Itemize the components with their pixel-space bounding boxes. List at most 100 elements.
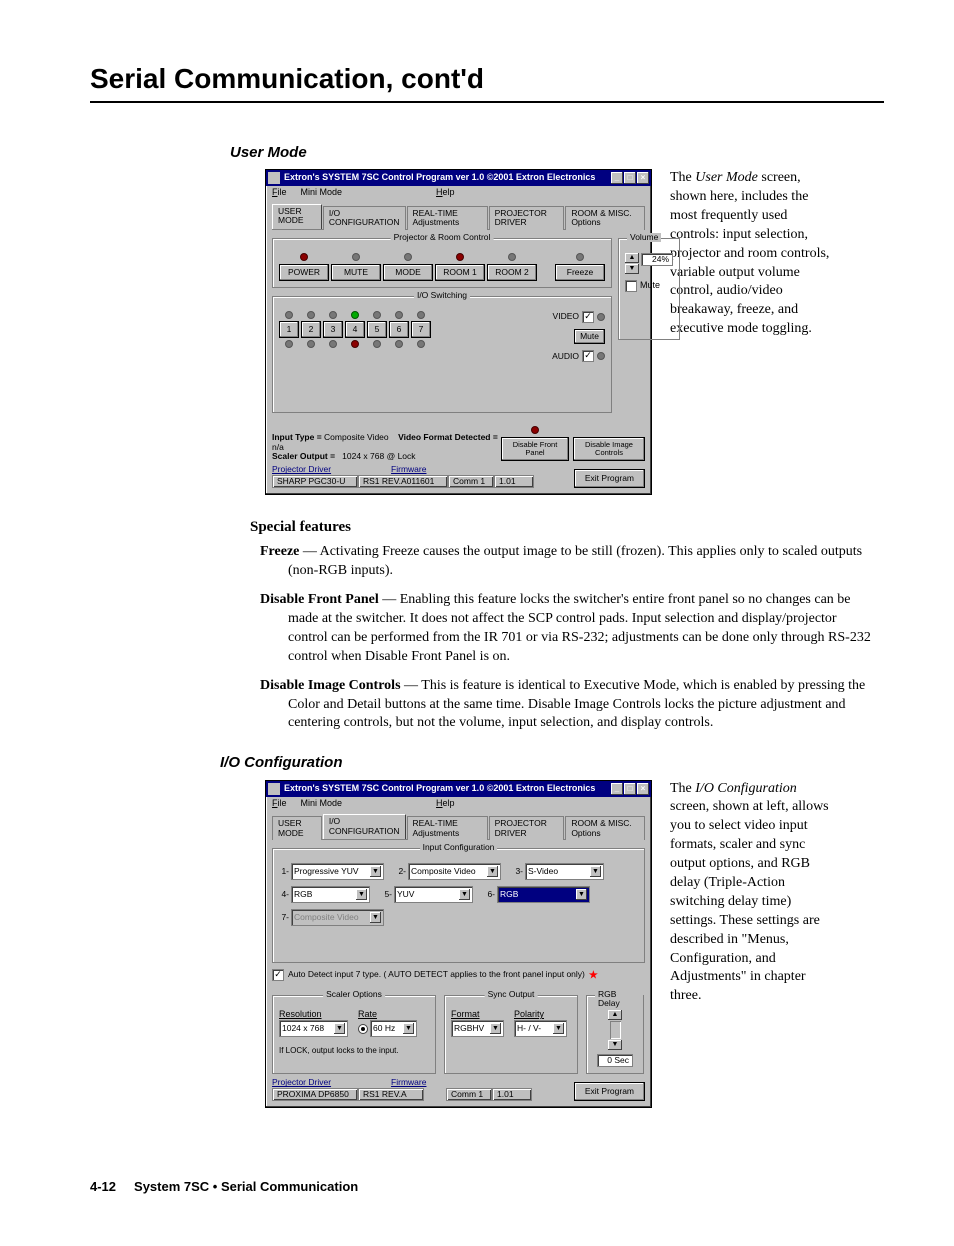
resolution-label: Resolution [279, 1010, 348, 1020]
feature-disable-image-controls: Disable Image Controls — This is feature… [260, 677, 878, 734]
chevron-down-icon: ▼ [490, 1023, 501, 1034]
tab-io-config[interactable]: I/O CONFIGURATION [323, 206, 406, 230]
input-5-combo[interactable]: YUV▼ [394, 886, 473, 903]
led-in5-a [373, 340, 381, 348]
led-in6-v [395, 311, 403, 319]
mute-button[interactable]: MUTE [331, 264, 381, 281]
menu-mini-mode[interactable]: Mini Mode [301, 799, 343, 809]
input-6-combo[interactable]: RGB▼ [497, 886, 590, 903]
maximize-button[interactable]: □ [624, 172, 636, 184]
menu-help[interactable]: HHelpelp [436, 188, 455, 198]
mode-button[interactable]: MODE [383, 264, 433, 281]
titlebar: Extron's SYSTEM 7SC Control Program ver … [266, 170, 651, 186]
tab-room-misc[interactable]: ROOM & MISC. Options [565, 206, 645, 230]
page-number: 4-12 [90, 1179, 116, 1194]
group-legend: Volume [627, 233, 661, 242]
volume-up-button[interactable]: ▲ [625, 253, 639, 263]
input-2-button[interactable]: 2 [301, 321, 321, 338]
led-room1 [456, 253, 464, 261]
room1-button[interactable]: ROOM 1 [435, 264, 485, 281]
delay-up-button[interactable]: ▲ [608, 1010, 622, 1020]
rate-radio[interactable] [358, 1024, 368, 1034]
input-3-label: 3- [513, 867, 523, 876]
group-legend: Sync Output [485, 990, 538, 999]
tab-realtime[interactable]: REAL-TIME Adjustments [407, 816, 488, 840]
status-text: Input Type = Composite Video Video Forma… [272, 433, 501, 461]
exit-program-button[interactable]: Exit Program [574, 1082, 645, 1101]
maximize-button[interactable]: □ [624, 783, 636, 795]
tab-projector-driver[interactable]: PROJECTOR DRIVER [489, 816, 565, 840]
minimize-button[interactable]: _ [611, 172, 623, 184]
minimize-button[interactable]: _ [611, 783, 623, 795]
led-dfp [531, 426, 539, 434]
close-button[interactable]: × [637, 172, 649, 184]
menubar: FFileile Mini Mode HHelpelp [266, 186, 651, 200]
input-4-combo[interactable]: RGB▼ [291, 886, 370, 903]
window-title: Extron's SYSTEM 7SC Control Program ver … [284, 784, 611, 794]
delay-slider[interactable] [610, 1021, 621, 1039]
group-legend: RGB Delay [595, 990, 643, 1009]
input-1-combo[interactable]: Progressive YUV▼ [291, 863, 384, 880]
room2-button[interactable]: ROOM 2 [487, 264, 537, 281]
input-5-button[interactable]: 5 [367, 321, 387, 338]
lock-note: If LOCK, output locks to the input. [279, 1047, 429, 1056]
menu-mini-mode[interactable]: Mini Mode [301, 188, 343, 198]
input-6-label: 6- [485, 890, 495, 899]
io-mute-button[interactable]: Mute [574, 329, 605, 344]
group-legend: Projector & Room Control [391, 233, 494, 242]
tab-projector-driver[interactable]: PROJECTOR DRIVER [489, 206, 565, 230]
star-icon: ★ [589, 970, 598, 981]
input-1-button[interactable]: 1 [279, 321, 299, 338]
io-switching-group: I/O Switching 1 2 3 4 5 6 7 [272, 296, 612, 413]
input-3-combo[interactable]: S-Video▼ [525, 863, 604, 880]
projector-driver-link[interactable]: Projector Driver [272, 465, 331, 474]
footer-text: System 7SC • Serial Communication [134, 1179, 358, 1194]
power-button[interactable]: POWER [279, 264, 329, 281]
volume-down-button[interactable]: ▼ [625, 264, 639, 274]
video-checkbox[interactable] [582, 311, 594, 323]
projector-driver-link[interactable]: Projector Driver [272, 1078, 331, 1087]
polarity-combo[interactable]: H- / V-▼ [514, 1020, 567, 1037]
input-4-button[interactable]: 4 [345, 321, 365, 338]
volume-group: Volume ▲ ▼ 24% Mute [618, 238, 680, 340]
input-6-button[interactable]: 6 [389, 321, 409, 338]
led-in2-a [307, 340, 315, 348]
close-button[interactable]: × [637, 783, 649, 795]
input-7-button[interactable]: 7 [411, 321, 431, 338]
menu-help[interactable]: Help [436, 799, 455, 809]
input-4-label: 4- [279, 890, 289, 899]
status-version: 1.01 [492, 1088, 532, 1101]
tab-io-config[interactable]: I/O CONFIGURATION [323, 814, 406, 839]
window-title: Extron's SYSTEM 7SC Control Program ver … [284, 173, 611, 183]
tab-realtime[interactable]: REAL-TIME Adjustments [407, 206, 488, 230]
tab-room-misc[interactable]: ROOM & MISC. Options [565, 816, 645, 840]
freeze-button[interactable]: Freeze [555, 264, 605, 281]
led-in2-v [307, 311, 315, 319]
firmware-link[interactable]: Firmware [391, 465, 426, 474]
status-driver: PROXIMA DP6850 [272, 1088, 358, 1101]
resolution-combo[interactable]: 1024 x 768▼ [279, 1020, 348, 1037]
video-label: VIDEO [553, 312, 579, 321]
projector-room-control-group: Projector & Room Control POWER MUTE MODE… [272, 238, 612, 288]
app-icon [268, 783, 280, 795]
rate-combo[interactable]: 60 Hz▼ [370, 1020, 417, 1037]
io-config-caption: The I/O Configuration screen, shown at l… [670, 780, 835, 1007]
menu-file[interactable]: File [272, 799, 287, 809]
menu-file[interactable]: FFileile [272, 188, 287, 198]
status-comm: Comm 1 [448, 475, 494, 488]
tab-user-mode[interactable]: USER MODE [272, 816, 322, 840]
format-combo[interactable]: RGBHV▼ [451, 1020, 504, 1037]
auto-detect-checkbox[interactable] [272, 969, 284, 981]
volume-mute-checkbox[interactable] [625, 280, 637, 292]
input-2-combo[interactable]: Composite Video▼ [408, 863, 501, 880]
firmware-link[interactable]: Firmware [391, 1078, 426, 1087]
exit-program-button[interactable]: Exit Program [574, 469, 645, 488]
disable-image-controls-button[interactable]: Disable Image Controls [573, 437, 645, 462]
tab-user-mode[interactable]: USER MODE [272, 204, 322, 229]
delay-down-button[interactable]: ▼ [608, 1040, 622, 1050]
audio-checkbox[interactable] [582, 350, 594, 362]
led-audio [597, 352, 605, 360]
disable-front-panel-button[interactable]: Disable Front Panel [501, 437, 569, 462]
status-rev: RS1 REV.A011601 [358, 475, 448, 488]
input-3-button[interactable]: 3 [323, 321, 343, 338]
